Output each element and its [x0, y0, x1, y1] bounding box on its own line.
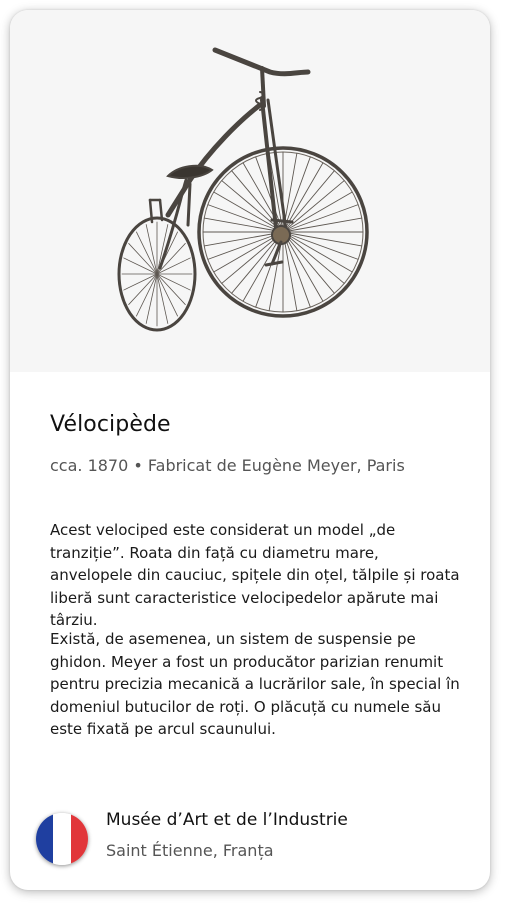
wheel-spoke [145, 273, 158, 324]
wheel-spoke [156, 273, 191, 291]
museum-name: Musée d’Art et de l’Industrie [106, 810, 348, 830]
artifact-title: Vélocipède [50, 412, 171, 437]
france-flag-icon [36, 813, 88, 865]
artifact-image [10, 10, 490, 372]
wheel-spoke [123, 273, 158, 291]
wheel-spoke [123, 257, 158, 275]
wheel-spoke [136, 231, 158, 275]
description-paragraph: Există, de asemenea, un sistem de suspen… [50, 630, 460, 738]
wheel-spoke [156, 243, 186, 275]
wheel-spoke [156, 273, 178, 317]
wheel-spoke [145, 224, 158, 275]
flag-stripe-white [53, 813, 71, 865]
description-paragraph: Acest velociped este considerat un model… [50, 521, 460, 629]
wheel-spoke [156, 273, 169, 324]
velocipede-illustration [117, 47, 369, 332]
artifact-subtitle: cca. 1870 • Fabricat de Eugène Meyer, Pa… [50, 456, 405, 475]
wheel-spoke [128, 243, 158, 275]
flag-stripe-red [70, 813, 88, 865]
wheel-spoke [136, 273, 158, 317]
flag-stripe-blue [36, 813, 54, 865]
wheel-spoke [128, 273, 158, 305]
artifact-card: Vélocipède cca. 1870 • Fabricat de Eugèn… [10, 10, 490, 890]
wheel-spoke [156, 273, 186, 305]
museum-location: Saint Étienne, Franța [106, 841, 274, 860]
